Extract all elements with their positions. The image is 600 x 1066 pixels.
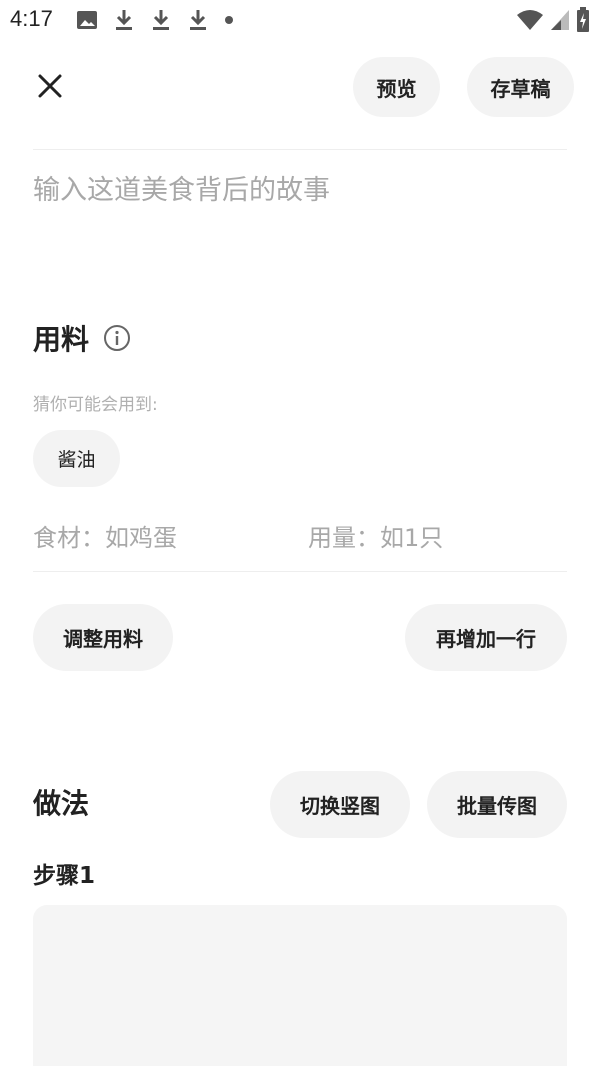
ingredient-amount-field[interactable] [308,516,566,560]
adjust-ingredients-button[interactable]: 调整用料 [33,604,173,671]
dot-icon [225,16,233,24]
step-label: 步骤1 [33,863,96,889]
batch-upload-button[interactable]: 批量传图 [427,771,567,838]
ingredient-divider [33,571,567,572]
status-bar: 4:17 [0,0,600,40]
status-time: 4:17 [10,6,53,31]
download-icon [190,10,206,30]
add-row-button[interactable]: 再增加一行 [405,604,567,671]
wifi-icon [517,10,543,30]
close-button[interactable] [30,66,70,106]
ingredient-name-field[interactable] [33,516,293,560]
download-icon [116,10,132,30]
method-title: 做法 [33,787,90,820]
notification-icons [76,8,234,32]
battery-charging-icon [577,7,589,32]
ingredients-title: 用料 [33,323,90,356]
story-input[interactable] [33,168,567,258]
preview-button[interactable]: 预览 [353,57,440,117]
close-icon [38,74,62,98]
step-image-upload[interactable] [33,905,567,1066]
suggestion-chip[interactable]: 酱油 [33,430,120,487]
suggestion-hint: 猜你可能会用到: [33,395,158,415]
signal-icon [551,10,569,30]
info-icon[interactable] [103,324,131,352]
header-divider [33,149,567,150]
save-draft-button[interactable]: 存草稿 [467,57,574,117]
system-icons [516,7,590,33]
download-icon [153,10,169,30]
switch-vertical-button[interactable]: 切换竖图 [270,771,410,838]
image-icon [77,11,97,29]
